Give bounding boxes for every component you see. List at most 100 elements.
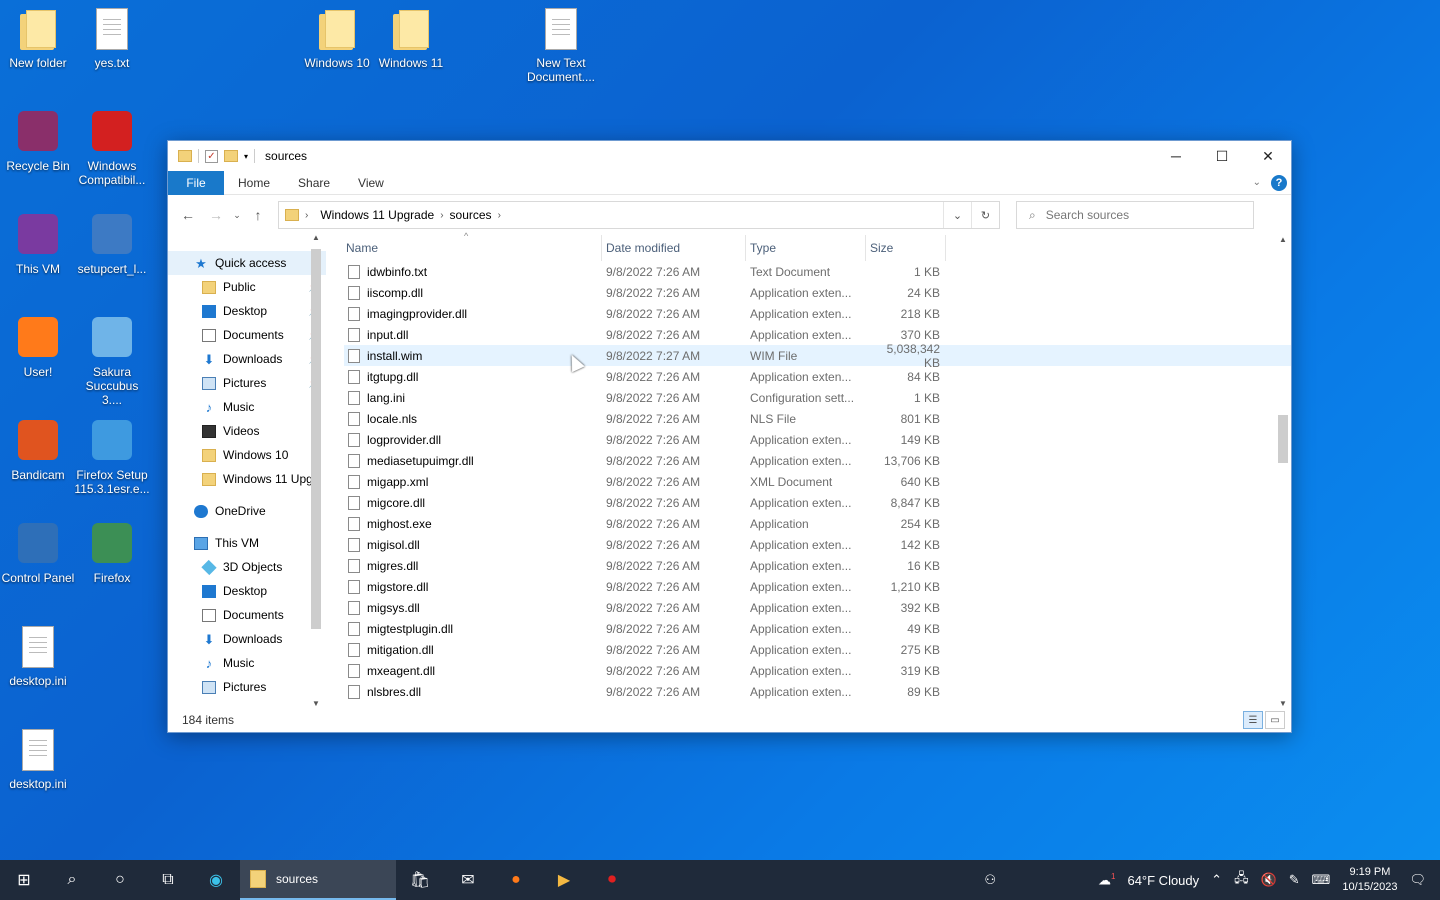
desktop-icon-item[interactable]: Windows 11 [373,8,449,70]
scrollbar-thumb[interactable] [311,249,321,629]
properties-icon[interactable]: ✓ [205,149,218,163]
large-icons-view-icon[interactable]: ▭ [1265,711,1285,729]
back-button[interactable]: ← [174,207,202,223]
table-row[interactable]: migsys.dll 9/8/2022 7:26 AM Application ex… [344,597,1291,618]
tab-view[interactable]: View [344,171,398,195]
network-icon[interactable]: 🖧 [1234,869,1249,891]
close-button[interactable]: ✕ [1245,141,1291,171]
tab-home[interactable]: Home [224,171,284,195]
chevron-right-icon[interactable]: › [305,210,308,221]
nav-item[interactable]: ♪ Music [168,651,326,675]
desktop-icon-item[interactable]: New Text Document.... [523,8,599,84]
breadcrumb-item[interactable]: Windows 11 Upgrade [320,208,434,222]
weather-icon[interactable]: ☁1 [1098,872,1115,888]
details-view-icon[interactable]: ☰ [1243,711,1263,729]
nav-item[interactable]: ⬇Downloads📌 [168,347,326,371]
chevron-right-icon[interactable]: › [440,210,443,221]
recent-locations-button[interactable]: ⌄ [230,210,244,221]
title-bar[interactable]: ✓ ▾ sources ─ ☐ ✕ [168,141,1291,171]
table-row[interactable]: migres.dll 9/8/2022 7:26 AM Application ex… [344,555,1291,576]
people-icon[interactable]: ⚇ [984,872,996,888]
table-row[interactable]: mxeagent.dll 9/8/2022 7:26 AM Application … [344,660,1291,681]
table-row[interactable]: migstore.dll 9/8/2022 7:26 AM Application … [344,576,1291,597]
scrollbar-thumb[interactable] [1278,415,1288,463]
task-view-icon[interactable]: ⧉ [144,860,192,900]
cortana-icon[interactable]: ○ [96,860,144,900]
customize-toolbar-icon[interactable]: ▾ [244,152,248,161]
table-row[interactable]: lang.ini 9/8/2022 7:26 AM Configuration se… [344,387,1291,408]
mail-icon[interactable]: ✉ [444,860,492,900]
pen-icon[interactable]: ✎ [1289,872,1300,888]
clock[interactable]: 9:19 PM 10/15/2023 [1342,865,1397,895]
nav-quick-access[interactable]: ★ Quick access [168,251,326,275]
table-row[interactable]: mediasetupuimgr.dll 9/8/2022 7:26 AM Appli… [344,450,1291,471]
table-row[interactable]: input.dll 9/8/2022 7:26 AM Application ext… [344,324,1291,345]
desktop-icon-item[interactable]: yes.txt [74,8,150,70]
desktop-icon-item[interactable]: desktop.ini [0,729,76,791]
nav-item[interactable]: Pictures [168,675,326,699]
address-bar[interactable]: › Windows 11 Upgrade › sources › ⌄ ↻ [278,201,1000,229]
maximize-button[interactable]: ☐ [1199,141,1245,171]
table-row[interactable]: mitigation.dll 9/8/2022 7:26 AM Applicatio… [344,639,1291,660]
column-name[interactable]: Name [344,235,602,261]
nav-item[interactable]: Documents [168,603,326,627]
start-button[interactable]: ⊞ [0,860,48,900]
desktop-icon-item[interactable]: Recycle Bin [0,111,76,173]
desktop-icon-item[interactable]: New folder [0,8,76,70]
desktop-icon-item[interactable]: Windows 10 [299,8,375,70]
address-dropdown-icon[interactable]: ⌄ [943,202,971,228]
nav-item[interactable]: Public📌 [168,275,326,299]
nav-item[interactable]: Windows 11 Upg [168,467,326,491]
nav-this-vm[interactable]: This VM [168,531,326,555]
nav-item[interactable]: ⬇ Downloads [168,627,326,651]
media-player-icon[interactable]: ▶ [540,860,588,900]
breadcrumb-item[interactable]: sources [450,208,492,222]
volume-muted-icon[interactable]: 🔇 [1261,872,1277,888]
taskbar-app-sources[interactable]: sources [240,860,396,900]
nav-scrollbar[interactable]: ▲ ▼ [308,235,324,708]
table-row[interactable]: logprovider.dll 9/8/2022 7:26 AM Applicati… [344,429,1291,450]
bandicam-icon[interactable]: ⏺ [588,860,636,900]
notifications-icon[interactable]: 🗨 [1409,872,1426,888]
nav-item[interactable]: Documents📌 [168,323,326,347]
edge-icon[interactable]: ◉ [192,860,240,900]
tab-share[interactable]: Share [284,171,344,195]
table-row[interactable]: idwbinfo.txt 9/8/2022 7:26 AM Text Documen… [344,261,1291,282]
nav-item[interactable]: Videos [168,419,326,443]
desktop-icon-item[interactable]: Windows Compatibil... [74,111,150,187]
table-row[interactable]: migcore.dll 9/8/2022 7:26 AM Application e… [344,492,1291,513]
keyboard-icon[interactable]: ⌨ [1312,872,1331,888]
forward-button[interactable]: → [202,207,230,223]
chevron-up-icon[interactable]: ⌃ [1211,872,1222,888]
desktop-icon-item[interactable]: Bandicam [0,420,76,482]
refresh-icon[interactable]: ↻ [971,202,999,228]
nav-item[interactable]: ♪ Music [168,395,326,419]
new-folder-icon[interactable] [224,150,238,162]
chevron-right-icon[interactable]: › [498,210,501,221]
table-row[interactable]: itgtupg.dll 9/8/2022 7:26 AM Application e… [344,366,1291,387]
minimize-button[interactable]: ─ [1153,141,1199,171]
desktop-icon-item[interactable]: desktop.ini [0,626,76,688]
search-icon[interactable]: ⌕ [48,860,96,900]
tab-file[interactable]: File [168,170,224,195]
table-row[interactable]: install.wim 9/8/2022 7:27 AM WIM File 5,038… [344,342,1291,370]
table-row[interactable]: migapp.xml 9/8/2022 7:26 AM XML Document 64… [344,471,1291,492]
nav-item[interactable]: Windows 10 [168,443,326,467]
desktop-icon-item[interactable]: Firefox Setup 115.3.1esr.e... [74,420,150,496]
nav-item[interactable]: 3D Objects [168,555,326,579]
table-row[interactable]: mighost.exe 9/8/2022 7:26 AM Application 25… [344,513,1291,534]
column-type[interactable]: Type [746,235,866,261]
nav-item[interactable]: Desktop [168,579,326,603]
help-icon[interactable]: ? [1271,174,1287,191]
table-row[interactable]: migtestplugin.dll 9/8/2022 7:26 AM Applica… [344,618,1291,639]
scroll-down-icon[interactable]: ▼ [312,699,320,708]
desktop-icon-item[interactable]: Sakura Succubus 3.... [74,317,150,407]
weather-text[interactable]: 64°F Cloudy [1127,873,1199,888]
table-row[interactable]: migisol.dll 9/8/2022 7:26 AM Application e… [344,534,1291,555]
desktop-icon-item[interactable]: This VM [0,214,76,276]
search-input[interactable]: ⌕ Search sources [1016,201,1254,229]
firefox-icon[interactable]: ● [492,860,540,900]
table-row[interactable]: iiscomp.dll 9/8/2022 7:26 AM Application e… [344,282,1291,303]
desktop-icon-item[interactable]: Control Panel [0,523,76,585]
expand-ribbon-icon[interactable]: ⌄ [1253,177,1261,188]
